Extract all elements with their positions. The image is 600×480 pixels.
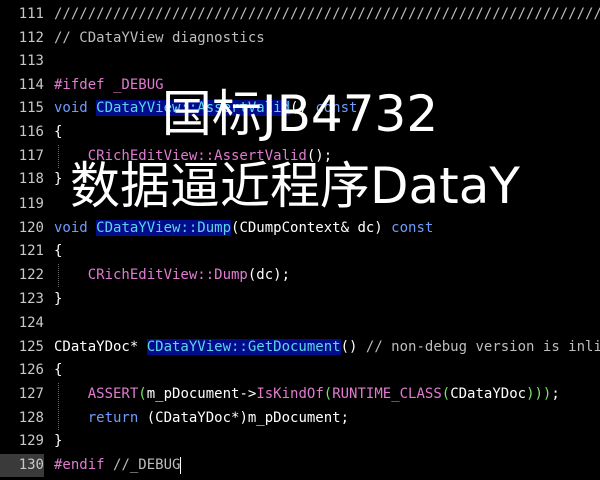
code-line[interactable]: 127 ASSERT(m_pDocument->IsKindOf(RUNTIME…	[0, 383, 600, 406]
code-text: }	[54, 171, 63, 187]
line-number: 125	[18, 339, 44, 355]
line-number: 124	[18, 315, 44, 331]
code-line[interactable]: 113	[0, 50, 600, 73]
line-number-current: 130	[0, 454, 44, 477]
code-line[interactable]: 125 CDataYDoc* CDataYView::GetDocument()…	[0, 336, 600, 359]
code-text: {	[54, 243, 63, 259]
code-text: }	[54, 291, 63, 307]
line-number: 121	[18, 243, 44, 259]
code-text: return (CDataYDoc*)m_pDocument;	[87, 410, 350, 426]
line-number: 118	[18, 171, 44, 187]
code-text: #endif //_DEBUG	[54, 456, 182, 474]
line-number: 119	[18, 196, 44, 212]
code-text: CRichEditView::Dump(dc);	[87, 267, 291, 283]
code-line[interactable]: 118 }	[0, 168, 600, 191]
code-line[interactable]: 129 }	[0, 430, 600, 453]
code-line[interactable]: 114 #ifdef _DEBUG	[0, 74, 600, 97]
line-number: 114	[18, 77, 44, 93]
line-number: 129	[18, 433, 44, 449]
line-number: 117	[18, 148, 44, 164]
code-line[interactable]: 117 CRichEditView::AssertValid();	[0, 145, 600, 168]
line-number: 111	[18, 6, 44, 22]
line-number: 115	[18, 100, 44, 116]
code-line[interactable]: 120 void CDataYView::Dump(CDumpContext& …	[0, 217, 600, 240]
code-line[interactable]: 112 // CDataYView diagnostics	[0, 27, 600, 50]
code-text: #ifdef _DEBUG	[54, 77, 164, 93]
code-text: }	[54, 433, 63, 449]
line-number: 123	[18, 291, 44, 307]
code-text: {	[54, 362, 63, 378]
code-text: {	[54, 124, 63, 140]
code-line[interactable]: 115 void CDataYView::AssertValid() const	[0, 97, 600, 120]
code-text: // CDataYView diagnostics	[54, 30, 265, 46]
code-editor[interactable]: 111 ////////////////////////////////////…	[0, 0, 600, 480]
code-line[interactable]: 123 }	[0, 288, 600, 311]
code-line[interactable]: 128 return (CDataYDoc*)m_pDocument;	[0, 407, 600, 430]
line-number: 127	[18, 386, 44, 402]
code-line[interactable]: 111 ////////////////////////////////////…	[0, 3, 600, 26]
line-number: 128	[18, 410, 44, 426]
line-number: 122	[18, 267, 44, 283]
code-text: CRichEditView::AssertValid();	[87, 148, 333, 164]
code-text: CDataYDoc* CDataYView::GetDocument() // …	[54, 339, 600, 355]
code-line[interactable]: 122 CRichEditView::Dump(dc);	[0, 264, 600, 287]
code-line-current[interactable]: 130 #endif //_DEBUG	[0, 454, 600, 477]
line-number: 116	[18, 124, 44, 140]
code-line[interactable]: 119	[0, 193, 600, 216]
line-number: 126	[18, 362, 44, 378]
line-number: 113	[18, 53, 44, 69]
line-number: 112	[18, 30, 44, 46]
text-caret	[180, 456, 182, 474]
code-line[interactable]: 116 {	[0, 121, 600, 144]
code-line[interactable]: 121 {	[0, 240, 600, 263]
code-text: ASSERT(m_pDocument->IsKindOf(RUNTIME_CLA…	[87, 386, 560, 402]
line-number: 120	[18, 220, 44, 236]
code-text: void CDataYView::Dump(CDumpContext& dc) …	[54, 220, 434, 236]
code-line[interactable]: 126 {	[0, 359, 600, 382]
code-line[interactable]: 124	[0, 312, 600, 335]
code-text: void CDataYView::AssertValid() const	[54, 100, 358, 116]
code-text: ////////////////////////////////////////…	[54, 6, 600, 22]
